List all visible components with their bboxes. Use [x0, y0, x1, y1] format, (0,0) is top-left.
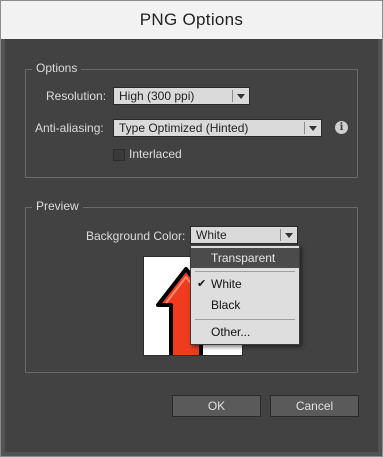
antialiasing-label: Anti-aliasing: — [35, 121, 104, 135]
antialiasing-value: Type Optimized (Hinted) — [119, 121, 249, 135]
info-icon[interactable]: i — [335, 121, 348, 134]
interlaced-checkbox[interactable] — [113, 149, 125, 161]
interlaced-label[interactable]: Interlaced — [129, 147, 182, 161]
select-separator — [304, 122, 305, 134]
cancel-button[interactable]: Cancel — [270, 395, 359, 417]
select-separator — [232, 90, 233, 102]
options-group: Options Resolution: High (300 ppi) Anti-… — [25, 61, 358, 178]
options-group-title: Options — [32, 61, 82, 75]
png-options-dialog: PNG Options Options Resolution: High (30… — [0, 0, 383, 457]
dropdown-arrow-icon — [285, 233, 293, 238]
background-color-select[interactable]: White — [190, 226, 298, 244]
resolution-value: High (300 ppi) — [119, 89, 195, 103]
menu-item-black[interactable]: Black — [191, 295, 299, 315]
checkmark-icon: ✔ — [197, 278, 207, 290]
menu-separator — [195, 271, 295, 272]
background-color-menu: Transparent ✔ White Black Other... — [190, 245, 300, 345]
menu-item-white[interactable]: ✔ White — [191, 274, 299, 294]
menu-separator — [195, 319, 295, 320]
resolution-label: Resolution: — [46, 89, 107, 103]
preview-group-title: Preview — [32, 199, 83, 213]
resolution-select[interactable]: High (300 ppi) — [113, 87, 250, 105]
antialiasing-select[interactable]: Type Optimized (Hinted) — [113, 119, 322, 137]
dialog-title: PNG Options — [139, 10, 244, 29]
select-separator — [280, 229, 281, 241]
dialog-content: Options Resolution: High (300 ppi) Anti-… — [5, 39, 378, 452]
dropdown-arrow-icon — [237, 94, 245, 99]
dropdown-arrow-icon — [309, 126, 317, 131]
ok-button[interactable]: OK — [172, 395, 261, 417]
menu-item-other[interactable]: Other... — [191, 322, 299, 342]
dialog-title-bar[interactable]: PNG Options — [1, 1, 382, 39]
background-color-value: White — [196, 228, 227, 242]
menu-item-transparent[interactable]: Transparent — [191, 248, 299, 268]
background-color-label: Background Color: — [86, 229, 186, 243]
